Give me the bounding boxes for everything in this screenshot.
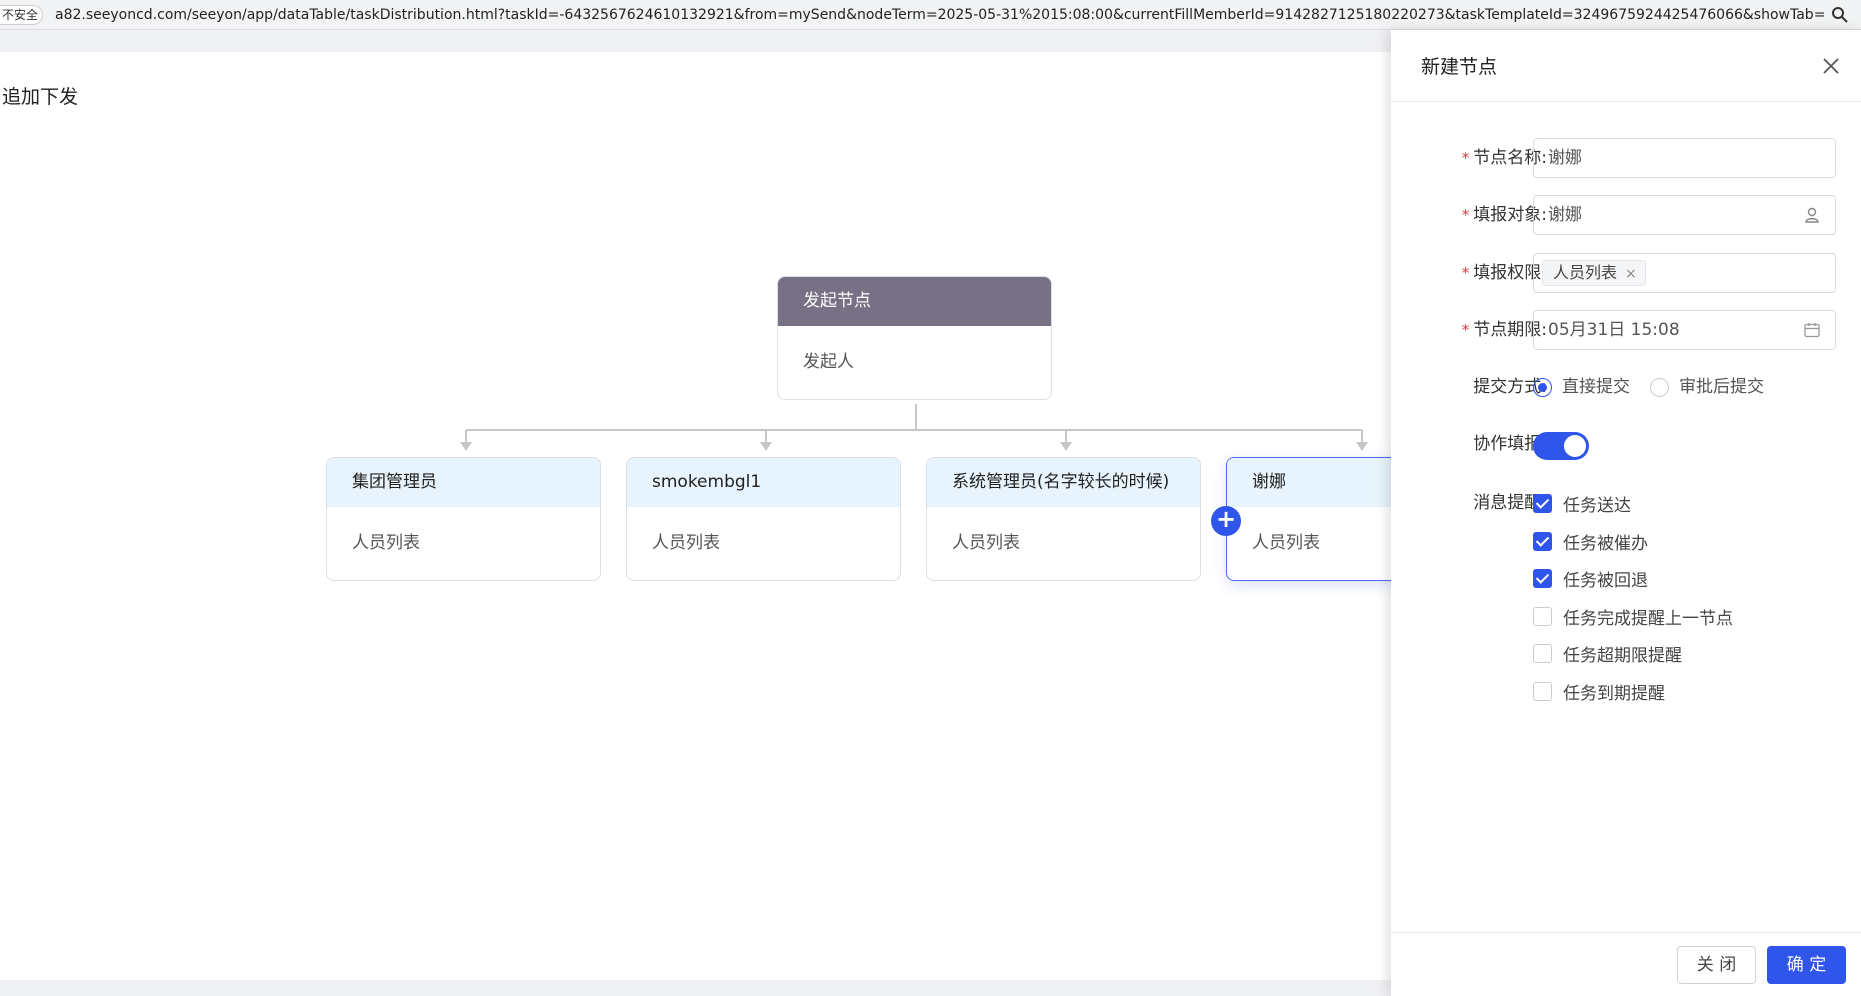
flow-node-subtitle: 人员列表 xyxy=(352,533,420,553)
radio-label[interactable]: 直接提交 xyxy=(1562,367,1630,407)
node-name-input[interactable]: 谢娜 xyxy=(1533,138,1836,178)
deadline-row: * 节点期限: 05月31日 15:08 xyxy=(1391,310,1861,350)
permission-select[interactable]: 人员列表 × xyxy=(1533,253,1836,293)
confirm-button[interactable]: 确 定 xyxy=(1767,946,1846,984)
checkbox[interactable] xyxy=(1533,569,1552,589)
flow-node-title: smokembgl1 xyxy=(627,458,900,507)
collab-toggle[interactable] xyxy=(1533,432,1589,460)
flow-node-3[interactable]: 系统管理员(名字较长的时候) 人员列表 xyxy=(926,457,1201,581)
browser-url-bar: 不安全 a82.seeyoncd.com/seeyon/app/dataTabl… xyxy=(0,0,1861,30)
zoom-icon[interactable] xyxy=(1831,6,1849,24)
deadline-input[interactable]: 05月31日 15:08 xyxy=(1533,310,1836,350)
collab-row: 协作填报: xyxy=(1391,424,1861,464)
drawer-title: 新建节点 xyxy=(1421,56,1498,78)
flow-node-2[interactable]: smokembgl1 人员列表 xyxy=(626,457,901,581)
reminder-item[interactable]: 任务完成提醒上一节点 xyxy=(1533,598,1733,636)
drawer-footer: 关 闭 确 定 xyxy=(1391,932,1861,996)
node-name-row: * 节点名称: 谢娜 xyxy=(1391,138,1861,178)
reminder-item[interactable]: 任务超期限提醒 xyxy=(1533,635,1733,673)
close-icon[interactable] xyxy=(1821,56,1841,76)
permission-tag: 人员列表 × xyxy=(1542,260,1646,286)
checkbox[interactable] xyxy=(1533,494,1552,514)
flow-node-subtitle: 人员列表 xyxy=(652,533,720,553)
flow-node-title: 谢娜 xyxy=(1227,458,1405,507)
drawer-header: 新建节点 xyxy=(1391,30,1861,102)
radio-approval-submit[interactable] xyxy=(1650,377,1669,397)
reminder-item[interactable]: 任务被催办 xyxy=(1533,523,1733,561)
tag-remove-icon[interactable]: × xyxy=(1625,266,1637,282)
required-mark: * xyxy=(1461,264,1470,282)
required-mark: * xyxy=(1461,149,1470,167)
flow-node-subtitle: 人员列表 xyxy=(952,533,1020,553)
radio-label[interactable]: 审批后提交 xyxy=(1679,367,1764,407)
url-text[interactable]: a82.seeyoncd.com/seeyon/app/dataTable/ta… xyxy=(55,7,1825,23)
start-node-subtitle: 发起人 xyxy=(803,352,854,372)
required-mark: * xyxy=(1461,206,1470,224)
start-node[interactable]: 发起节点 发起人 xyxy=(777,276,1052,400)
add-node-button[interactable]: + xyxy=(1211,506,1241,536)
reminders-row: 消息提醒: 任务送达 任务被催办 任务被回退 任务完成提醒上一节点 任务超期限提… xyxy=(1391,483,1861,723)
user-icon[interactable] xyxy=(1803,206,1821,224)
permission-row: * 填报权限: 人员列表 × xyxy=(1391,253,1861,293)
required-mark: * xyxy=(1461,321,1470,339)
flow-node-1[interactable]: 集团管理员 人员列表 xyxy=(326,457,601,581)
flow-node-subtitle: 人员列表 xyxy=(1252,533,1320,553)
fill-target-value: 谢娜 xyxy=(1548,205,1582,225)
reminders-checklist: 任务送达 任务被催办 任务被回退 任务完成提醒上一节点 任务超期限提醒 任务到期… xyxy=(1533,485,1733,710)
radio-direct-submit[interactable] xyxy=(1533,377,1552,397)
toggle-knob xyxy=(1564,435,1586,457)
deadline-value: 05月31日 15:08 xyxy=(1548,320,1680,340)
fill-target-input[interactable]: 谢娜 xyxy=(1533,195,1836,235)
reminder-item[interactable]: 任务送达 xyxy=(1533,485,1733,523)
close-button[interactable]: 关 闭 xyxy=(1677,946,1756,984)
checkbox[interactable] xyxy=(1533,531,1552,551)
reminder-item[interactable]: 任务被回退 xyxy=(1533,560,1733,598)
submit-mode-radio-group: 直接提交 审批后提交 xyxy=(1533,367,1784,407)
reminder-item[interactable]: 任务到期提醒 xyxy=(1533,673,1733,711)
checkbox[interactable] xyxy=(1533,681,1552,701)
submit-mode-row: 提交方式: 直接提交 审批后提交 xyxy=(1391,367,1861,407)
flow-node-title: 集团管理员 xyxy=(327,458,600,507)
start-node-title: 发起节点 xyxy=(778,277,1051,326)
checkbox[interactable] xyxy=(1533,606,1552,626)
calendar-icon[interactable] xyxy=(1803,321,1821,339)
flow-node-4[interactable]: 谢娜 人员列表 xyxy=(1226,457,1406,581)
checkbox[interactable] xyxy=(1533,644,1552,664)
insecure-badge[interactable]: 不安全 xyxy=(0,4,44,25)
flow-node-title: 系统管理员(名字较长的时候) xyxy=(927,458,1200,507)
new-node-drawer: 新建节点 * 节点名称: 谢娜 * 填报对象: 谢娜 * 填报权限: 人员列表 × * 节… xyxy=(1391,30,1861,996)
fill-target-row: * 填报对象: 谢娜 xyxy=(1391,195,1861,235)
